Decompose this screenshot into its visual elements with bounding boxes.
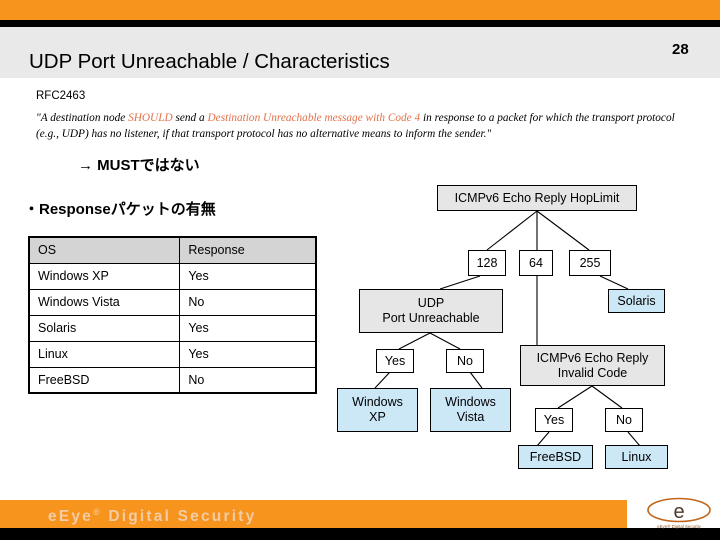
node-windows-xp-line-2: XP: [369, 410, 386, 424]
table-header-response: Response: [179, 236, 317, 264]
node-hoplimit-255[interactable]: 255: [569, 250, 611, 276]
table-row: Solaris Yes: [28, 314, 317, 342]
table-cell-os: Windows XP: [28, 262, 181, 290]
footer-brand-text: eEye® Digital Security: [48, 507, 256, 526]
table-cell-os: Solaris: [28, 314, 181, 342]
rfc-quote-seg-1: "A destination node: [36, 112, 129, 124]
table-cell-os: Windows Vista: [28, 288, 181, 316]
node-invalid-code-line-1: ICMPv6 Echo Reply: [536, 350, 649, 365]
rfc-quote-highlight-should: SHOULD: [128, 112, 173, 124]
node-invalid-answer-yes[interactable]: Yes: [535, 408, 573, 432]
table-header-os: OS: [28, 236, 181, 264]
node-udp-port-unreachable[interactable]: UDP Port Unreachable: [359, 289, 503, 333]
top-orange-bar: [0, 0, 720, 20]
eye-logo-icon: e: [647, 497, 711, 523]
node-windows-vista-line-1: Windows: [445, 395, 496, 409]
rfc-quote: "A destination node SHOULD send a Destin…: [36, 110, 686, 142]
node-os-linux[interactable]: Linux: [605, 445, 668, 469]
rfc-quote-seg-2: send a: [172, 112, 208, 124]
rfc-conclusion: → MUSTではない: [78, 157, 200, 174]
table-cell-os: Linux: [28, 340, 181, 368]
top-black-bar: [0, 20, 720, 27]
response-packet-bullet: ・Responseパケットの有無: [24, 201, 216, 218]
node-os-windows-xp[interactable]: Windows XP: [337, 388, 418, 432]
table-row: Windows XP Yes: [28, 262, 317, 290]
node-os-solaris[interactable]: Solaris: [608, 289, 665, 313]
node-invalid-code-line-2: Invalid Code: [557, 365, 628, 380]
node-os-windows-vista[interactable]: Windows Vista: [430, 388, 511, 432]
table-cell-response: Yes: [179, 340, 317, 368]
node-udp-line-1: UDP: [417, 296, 445, 310]
node-udp-answer-no[interactable]: No: [446, 349, 484, 373]
node-icmpv6-echo-reply-hoplimit[interactable]: ICMPv6 Echo Reply HopLimit: [437, 185, 637, 211]
eeye-logo-caption: eEye® Digital Security: [657, 524, 701, 529]
rfc-reference-label: RFC2463: [36, 90, 86, 102]
table-cell-os: FreeBSD: [28, 366, 181, 394]
table-header-row: OS Response: [28, 236, 317, 264]
node-windows-xp-line-1: Windows: [352, 395, 403, 409]
footer-black-bar: [0, 528, 720, 540]
footer-brand-suffix: Digital Security: [101, 508, 257, 526]
table-row: Linux Yes: [28, 340, 317, 368]
svg-text:e: e: [673, 501, 684, 523]
table-cell-response: Yes: [179, 314, 317, 342]
node-hoplimit-128[interactable]: 128: [468, 250, 506, 276]
node-udp-line-2: Port Unreachable: [382, 311, 480, 325]
table-cell-response: No: [179, 288, 317, 316]
table-cell-response: No: [179, 366, 317, 394]
table-row: Windows Vista No: [28, 288, 317, 316]
slide-number: 28: [672, 41, 689, 58]
footer-brand-name: eEye: [48, 508, 93, 526]
registered-mark-icon: ®: [93, 507, 102, 517]
page-title: UDP Port Unreachable / Characteristics: [29, 50, 390, 73]
node-icmpv6-echo-reply-invalid-code[interactable]: ICMPv6 Echo Reply Invalid Code: [520, 345, 665, 386]
slide-canvas: UDP Port Unreachable / Characteristics 2…: [0, 0, 720, 540]
node-os-freebsd[interactable]: FreeBSD: [518, 445, 593, 469]
node-windows-vista-line-2: Vista: [456, 410, 485, 424]
node-udp-answer-yes[interactable]: Yes: [376, 349, 414, 373]
table-row: FreeBSD No: [28, 366, 317, 394]
node-hoplimit-64[interactable]: 64: [519, 250, 553, 276]
node-invalid-answer-no[interactable]: No: [605, 408, 643, 432]
table-cell-response: Yes: [179, 262, 317, 290]
rfc-quote-highlight-code4: Destination Unreachable message with Cod…: [207, 112, 421, 124]
os-response-table: OS Response Windows XP Yes Windows Vista…: [28, 236, 317, 394]
